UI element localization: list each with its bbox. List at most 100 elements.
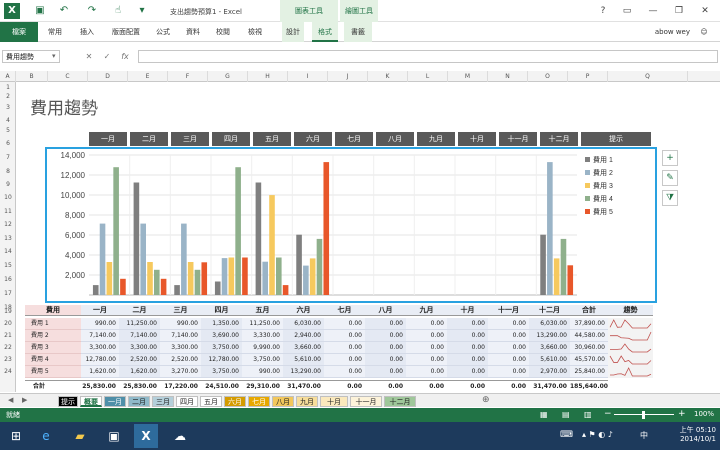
zoom-out-button[interactable]: − (604, 409, 612, 419)
new-sheet-icon[interactable]: ⊕ (482, 395, 490, 405)
row-header[interactable]: 9 (0, 181, 16, 188)
table-header[interactable]: 六月 (283, 305, 324, 316)
table-header[interactable]: 五月 (242, 305, 283, 316)
tab-format[interactable]: 格式 (312, 22, 338, 42)
table-cell[interactable]: 990.00 (242, 366, 283, 378)
table-cell[interactable]: 13,290.00 (283, 366, 324, 378)
table-cell[interactable]: 6,030.00 (529, 318, 570, 330)
table-cell[interactable]: 1,620.00 (81, 366, 119, 378)
table-cell[interactable]: 0.00 (365, 342, 406, 354)
total-cell[interactable]: 25,830.00 (81, 380, 119, 392)
month-header[interactable]: 二月 (130, 132, 168, 146)
table-cell[interactable]: 3,300.00 (119, 342, 160, 354)
chart-filters-button[interactable]: ⧩ (662, 190, 678, 206)
table-row-label[interactable]: 費用 2 (25, 330, 81, 342)
table-header[interactable]: 十月 (447, 305, 488, 316)
customize-qat-icon[interactable]: ▾ (136, 5, 148, 17)
file-explorer-icon[interactable]: ▰ (68, 424, 92, 448)
table-cell[interactable]: 3,330.00 (242, 330, 283, 342)
row-header[interactable]: 1 (0, 84, 16, 91)
table-cell[interactable]: 45,570.00 (570, 354, 608, 366)
row-header[interactable]: 6 (0, 140, 16, 147)
column-header[interactable]: E (128, 71, 168, 82)
row-header[interactable]: 11 (0, 208, 16, 215)
row-header[interactable]: 24 (0, 368, 16, 375)
sheet-tab[interactable]: 十二月 (384, 396, 416, 407)
row-header[interactable]: 23 (0, 356, 16, 363)
table-cell[interactable]: 25,840.00 (570, 366, 608, 378)
table-header[interactable]: 十一月 (488, 305, 529, 316)
total-cell[interactable]: 0.00 (324, 380, 365, 392)
table-cell[interactable]: 30,960.00 (570, 342, 608, 354)
hint-header[interactable]: 提示 (581, 132, 651, 146)
sheet-tab[interactable]: 提示 (58, 396, 78, 407)
column-header[interactable]: P (568, 71, 608, 82)
table-cell[interactable]: 3,750.00 (201, 366, 242, 378)
table-cell[interactable]: 3,300.00 (81, 342, 119, 354)
row-header[interactable]: 22 (0, 344, 16, 351)
table-cell[interactable]: 0.00 (488, 342, 529, 354)
total-cell[interactable]: 0.00 (365, 380, 406, 392)
table-cell[interactable]: 7,140.00 (81, 330, 119, 342)
table-cell[interactable]: 0.00 (406, 366, 447, 378)
table-cell[interactable]: 12,780.00 (81, 354, 119, 366)
table-cell[interactable]: 3,660.00 (283, 342, 324, 354)
tab-data[interactable]: 資料 (182, 22, 204, 42)
column-header[interactable]: Q (608, 71, 688, 82)
column-header[interactable]: N (488, 71, 528, 82)
table-cell[interactable]: 2,520.00 (119, 354, 160, 366)
table-cell[interactable]: 3,300.00 (160, 342, 201, 354)
restore-icon[interactable]: ❐ (672, 4, 686, 18)
normal-view-icon[interactable]: ▦ (540, 410, 548, 419)
table-header[interactable]: 費用 (25, 305, 81, 316)
table-cell[interactable]: 0.00 (406, 354, 447, 366)
input-language[interactable]: 中 (640, 430, 648, 441)
row-header[interactable]: 15 (0, 262, 16, 269)
row-header[interactable]: 12 (0, 221, 16, 228)
internet-explorer-icon[interactable]: e (34, 424, 58, 448)
excel-taskbar-icon[interactable]: X (134, 424, 158, 448)
table-cell[interactable]: 0.00 (488, 330, 529, 342)
table-cell[interactable]: 990.00 (160, 318, 201, 330)
tab-review[interactable]: 校閱 (212, 22, 234, 42)
column-header[interactable]: O (528, 71, 568, 82)
tab-file[interactable]: 檔案 (0, 22, 38, 42)
column-header[interactable]: A (0, 71, 16, 82)
table-cell[interactable]: 3,660.00 (529, 342, 570, 354)
page-layout-view-icon[interactable]: ▤ (562, 410, 570, 419)
tab-bookmark[interactable]: 書籤 (344, 22, 372, 42)
table-cell[interactable]: 0.00 (324, 330, 365, 342)
total-cell[interactable]: 0.00 (406, 380, 447, 392)
user-name[interactable]: abow wey (630, 22, 690, 42)
row-header[interactable]: 16 (0, 276, 16, 283)
undo-icon[interactable]: ↶ (58, 5, 70, 17)
month-header[interactable]: 一月 (89, 132, 127, 146)
table-cell[interactable]: 2,520.00 (160, 354, 201, 366)
table-header[interactable]: 三月 (160, 305, 201, 316)
row-header[interactable]: 13 (0, 235, 16, 242)
table-cell[interactable]: 0.00 (488, 354, 529, 366)
prev-sheet-icon[interactable]: ◀ (8, 396, 13, 404)
column-header[interactable]: M (448, 71, 488, 82)
month-header[interactable]: 四月 (212, 132, 250, 146)
table-cell[interactable]: 0.00 (406, 330, 447, 342)
table-header[interactable]: 十二月 (529, 305, 570, 316)
sheet-tab[interactable]: 四月 (176, 396, 198, 407)
zoom-slider-thumb[interactable] (642, 411, 645, 419)
total-row-label[interactable]: 合計 (25, 380, 81, 392)
tray-icons[interactable]: ▴ ⚑ ◐ ♪ (582, 430, 613, 439)
table-cell[interactable]: 1,620.00 (119, 366, 160, 378)
table-cell[interactable]: 7,140.00 (160, 330, 201, 342)
month-header[interactable]: 三月 (171, 132, 209, 146)
tab-formulas[interactable]: 公式 (152, 22, 174, 42)
minimize-icon[interactable]: — (646, 4, 660, 18)
tab-view[interactable]: 檢視 (244, 22, 266, 42)
row-header[interactable]: 5 (0, 127, 16, 134)
column-header[interactable]: B (16, 71, 48, 82)
start-icon[interactable]: ⊞ (4, 424, 28, 448)
table-cell[interactable]: 9,990.00 (242, 342, 283, 354)
insert-function-icon[interactable]: fx (120, 52, 130, 62)
table-cell[interactable]: 0.00 (365, 318, 406, 330)
column-header[interactable]: G (208, 71, 248, 82)
row-header[interactable]: 3 (0, 104, 16, 111)
